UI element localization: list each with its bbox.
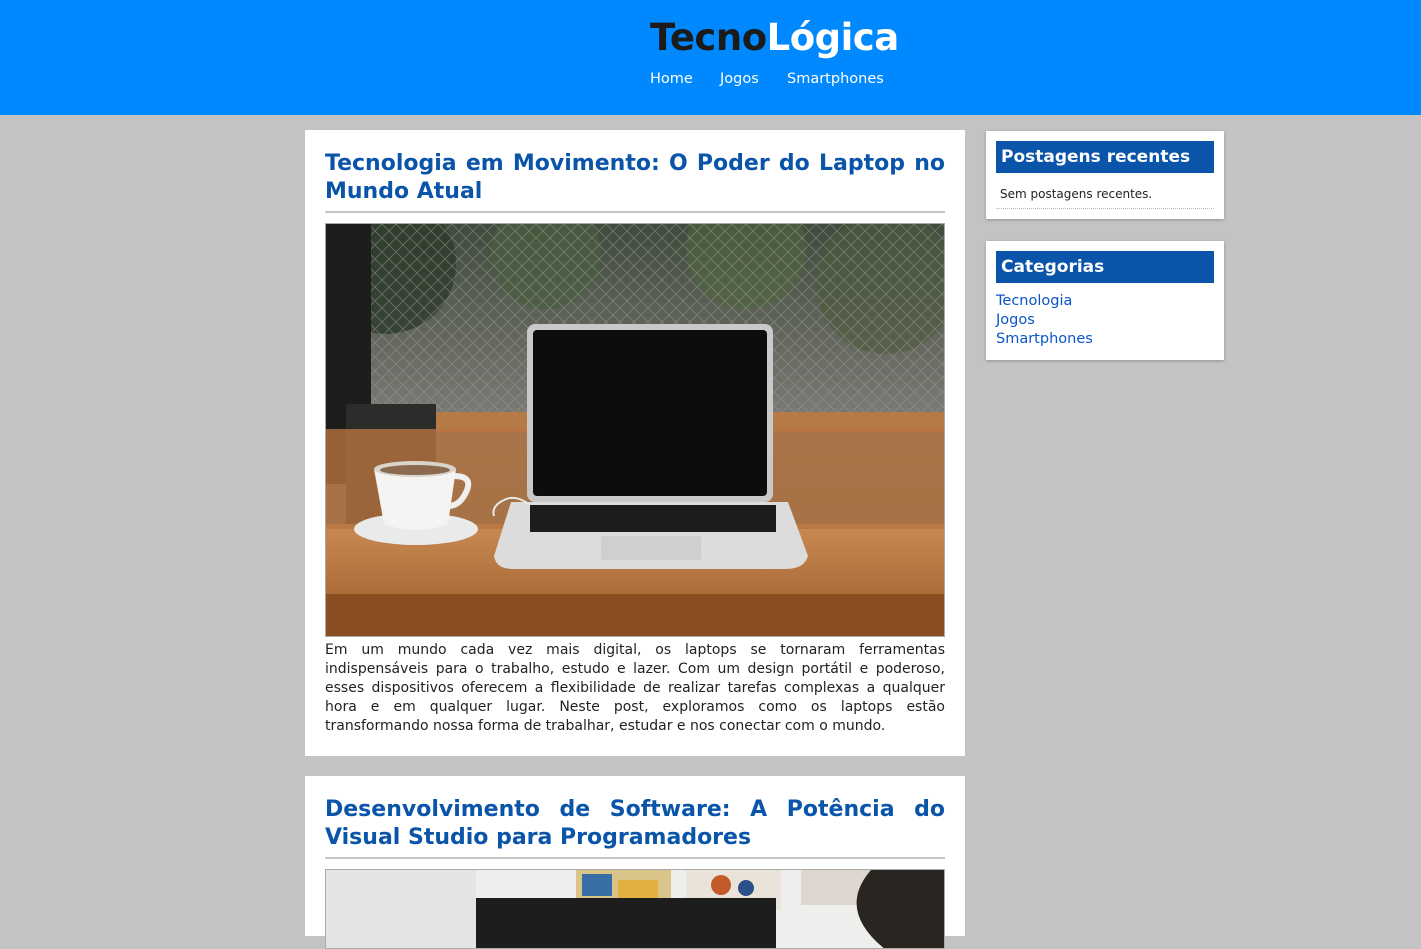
categories-widget: Categorias Tecnologia Jogos Smartphones — [986, 241, 1224, 360]
recent-posts-widget: Postagens recentes Sem postagens recente… — [986, 131, 1224, 219]
category-link-tecnologia[interactable]: Tecnologia — [996, 293, 1072, 309]
logo-part-tecno: Tecno — [650, 16, 767, 59]
post-title[interactable]: Tecnologia em Movimento: O Poder do Lapt… — [325, 150, 945, 213]
logo-part-logica: Lógica — [766, 16, 900, 59]
widget-title-recent: Postagens recentes — [996, 141, 1214, 173]
site-header: TecnoLógica Home Jogos Smartphones — [0, 0, 1421, 115]
laptop-photo-icon[interactable] — [325, 223, 945, 637]
post-card: Tecnologia em Movimento: O Poder do Lapt… — [305, 130, 965, 756]
nav-jogos[interactable]: Jogos — [720, 71, 759, 87]
category-link-smartphones[interactable]: Smartphones — [996, 331, 1093, 347]
post-title[interactable]: Desenvolvimento de Software: A Potência … — [325, 796, 945, 859]
widget-title-categories: Categorias — [996, 251, 1214, 283]
category-link-jogos[interactable]: Jogos — [996, 312, 1035, 328]
recent-empty-text: Sem postagens recentes. — [996, 187, 1214, 209]
site-logo[interactable]: TecnoLógica — [650, 14, 899, 62]
post-card: Desenvolvimento de Software: A Potência … — [305, 776, 965, 949]
nav-smartphones[interactable]: Smartphones — [787, 71, 884, 87]
desk-photo-icon[interactable] — [325, 869, 945, 949]
nav-home[interactable]: Home — [650, 71, 693, 87]
post-excerpt: Em um mundo cada vez mais digital, os la… — [325, 642, 945, 734]
